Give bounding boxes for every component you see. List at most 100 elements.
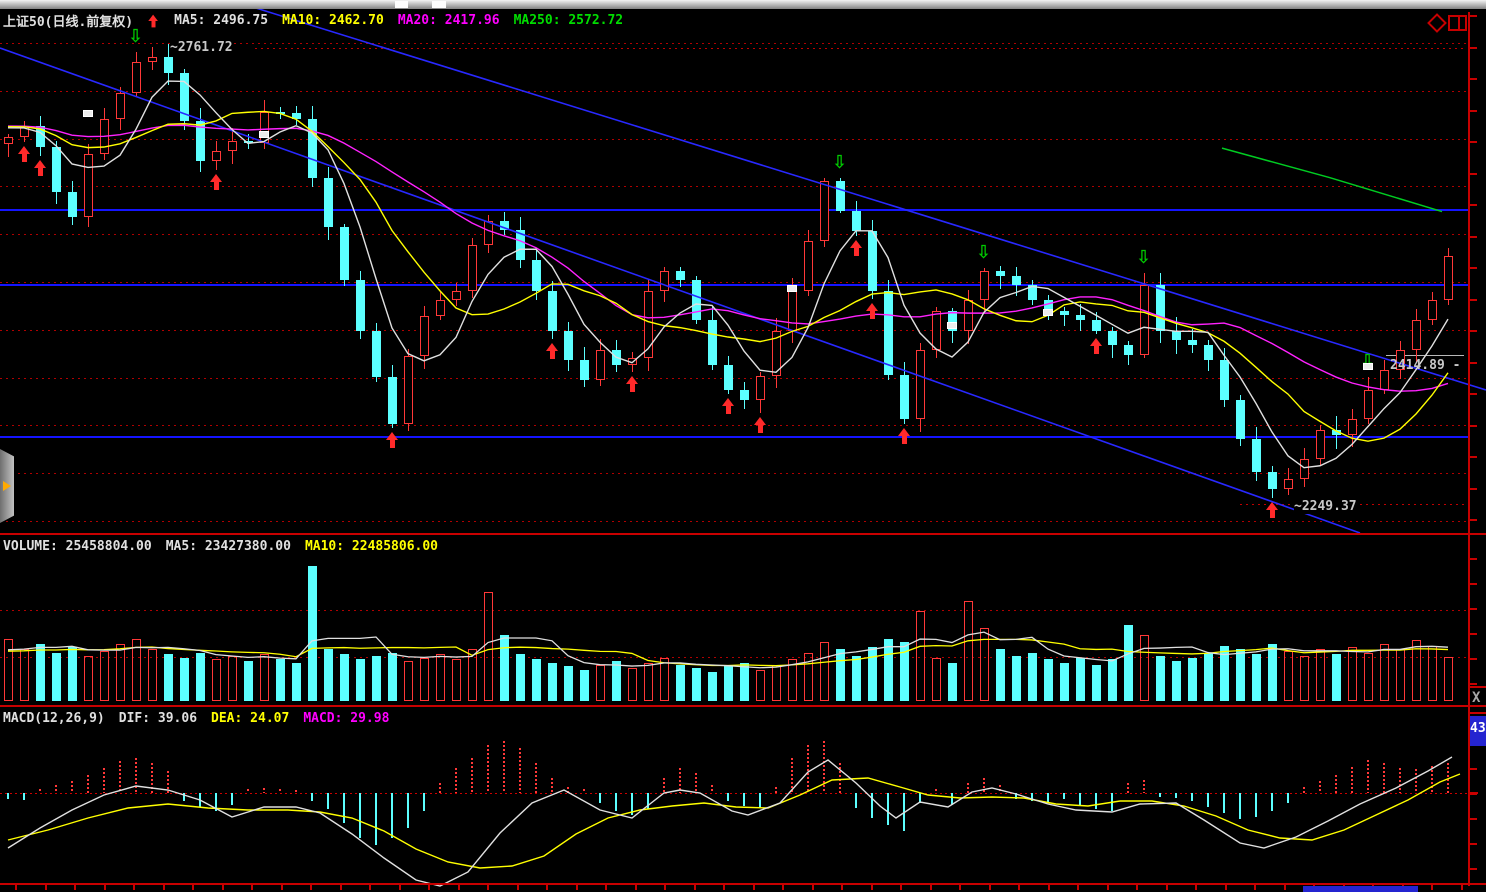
right-axis-x-label: X: [1472, 690, 1480, 706]
axis-tick: [1470, 78, 1477, 80]
expand-arrow-icon: [3, 481, 11, 491]
axis-tick: [1470, 110, 1477, 112]
macd-panel[interactable]: [0, 708, 1468, 882]
time-axis-tick: [133, 885, 135, 890]
axis-tick: [1470, 393, 1477, 395]
time-axis-tick: [340, 885, 342, 890]
time-axis-tick: [310, 885, 312, 890]
axis-tick: [1470, 683, 1477, 685]
titlebar-notch: [432, 1, 446, 8]
axis-tick: [1470, 818, 1477, 820]
time-axis-tick: [399, 885, 401, 890]
right-axis-line: [1468, 12, 1470, 886]
time-axis-tick: [15, 885, 17, 890]
time-axis-tick: [369, 885, 371, 890]
time-axis-tick: [163, 885, 165, 890]
time-axis-tick: [222, 885, 224, 890]
axis-tick: [1470, 868, 1477, 870]
axis-tick: [1470, 47, 1477, 49]
ma20-indicator: MA20: 2417.96: [398, 13, 500, 28]
time-axis-tick: [1107, 885, 1109, 890]
axis-tick: [1470, 558, 1477, 560]
high-annotation: ~2761.72: [170, 40, 233, 55]
ma5-indicator: MA5: 2496.75: [174, 13, 268, 28]
time-axis-tick: [871, 885, 873, 890]
axis-tick: [1470, 608, 1477, 610]
time-axis-tick: [1225, 885, 1227, 890]
macd-header: MACD(12,26,9) DIF: 39.06 DEA: 24.07 MACD…: [3, 711, 389, 726]
time-axis-tick: [1018, 885, 1020, 890]
margin-separator: [1468, 686, 1486, 688]
macd-dif: DIF: 39.06: [119, 711, 197, 726]
titlebar[interactable]: [0, 0, 1486, 9]
volume-value: VOLUME: 25458804.00: [3, 539, 152, 554]
expand-sidebar-tab[interactable]: [0, 449, 14, 523]
time-axis-tick: [841, 885, 843, 890]
time-axis-tick: [281, 885, 283, 890]
time-axis-tick: [635, 885, 637, 890]
panel-divider: [0, 705, 1486, 707]
time-axis-tick: [664, 885, 666, 890]
axis-tick: [1470, 488, 1477, 490]
axis-tick: [1470, 362, 1477, 364]
time-axis-tick: [989, 885, 991, 890]
axis-tick: [1468, 792, 1478, 794]
time-axis-tick: [1136, 885, 1138, 890]
time-axis-tick: [1195, 885, 1197, 890]
axis-tick: [1470, 425, 1477, 427]
time-axis-tick: [576, 885, 578, 890]
volume-ma10: MA10: 22485806.00: [305, 539, 438, 554]
volume-panel[interactable]: [0, 536, 1468, 704]
time-axis-tick: [517, 885, 519, 890]
time-axis-tick: [74, 885, 76, 890]
main-chart-header: 上证50(日线.前复权) MA5: 2496.75 MA10: 2462.70 …: [3, 11, 623, 30]
time-axis-tick: [812, 885, 814, 890]
up-arrow-icon: [148, 14, 158, 27]
trading-app-window: ⇩⇩⇩⇩⇩ 上证50(日线.前复权) MA5: 2496.75 MA10: 24…: [0, 0, 1486, 892]
axis-tick: [1470, 843, 1477, 845]
time-axis-tick: [45, 885, 47, 890]
time-axis-tick: [782, 885, 784, 890]
time-axis-tick: [1431, 885, 1433, 890]
scrollbar-thumb[interactable]: [1303, 886, 1418, 892]
macd-value: MACD: 29.98: [303, 711, 389, 726]
time-axis-tick: [1461, 885, 1463, 890]
margin-separator: [1468, 712, 1486, 714]
axis-tick: [1470, 633, 1477, 635]
last-price-tag: 2414.89 -: [1390, 358, 1460, 373]
axis-tick: [1470, 330, 1477, 332]
time-axis-tick: [605, 885, 607, 890]
macd-dea: DEA: 24.07: [211, 711, 289, 726]
tile-windows-icon[interactable]: [1448, 15, 1467, 31]
time-axis-tick: [458, 885, 460, 890]
time-axis-tick: [1048, 885, 1050, 890]
time-axis-tick: [428, 885, 430, 890]
time-axis-tick: [900, 885, 902, 890]
macd-axis-blue-tag: 43: [1470, 716, 1486, 746]
panel-divider: [0, 533, 1486, 535]
axis-tick: [1470, 173, 1477, 175]
ma10-indicator: MA10: 2462.70: [282, 13, 384, 28]
time-axis-tick: [1284, 885, 1286, 890]
time-axis-tick: [546, 885, 548, 890]
time-axis-tick: [959, 885, 961, 890]
price-panel[interactable]: [0, 10, 1468, 533]
time-axis-tick: [192, 885, 194, 890]
time-axis-tick: [694, 885, 696, 890]
titlebar-notch: [395, 1, 408, 8]
macd-title: MACD(12,26,9): [3, 711, 105, 726]
low-annotation: ~2249.37: [1294, 499, 1357, 514]
axis-tick: [1470, 519, 1477, 521]
time-axis-tick: [1166, 885, 1168, 890]
chart-title: 上证50(日线.前复权): [3, 11, 133, 30]
time-axis-tick: [104, 885, 106, 890]
axis-tick: [1470, 141, 1477, 143]
axis-tick: [1470, 658, 1477, 660]
axis-tick: [1470, 15, 1477, 17]
axis-tick: [1470, 267, 1477, 269]
ma250-indicator: MA250: 2572.72: [514, 13, 624, 28]
time-axis-tick: [251, 885, 253, 890]
axis-tick: [1470, 236, 1477, 238]
axis-tick: [1470, 204, 1477, 206]
axis-tick: [1470, 583, 1477, 585]
